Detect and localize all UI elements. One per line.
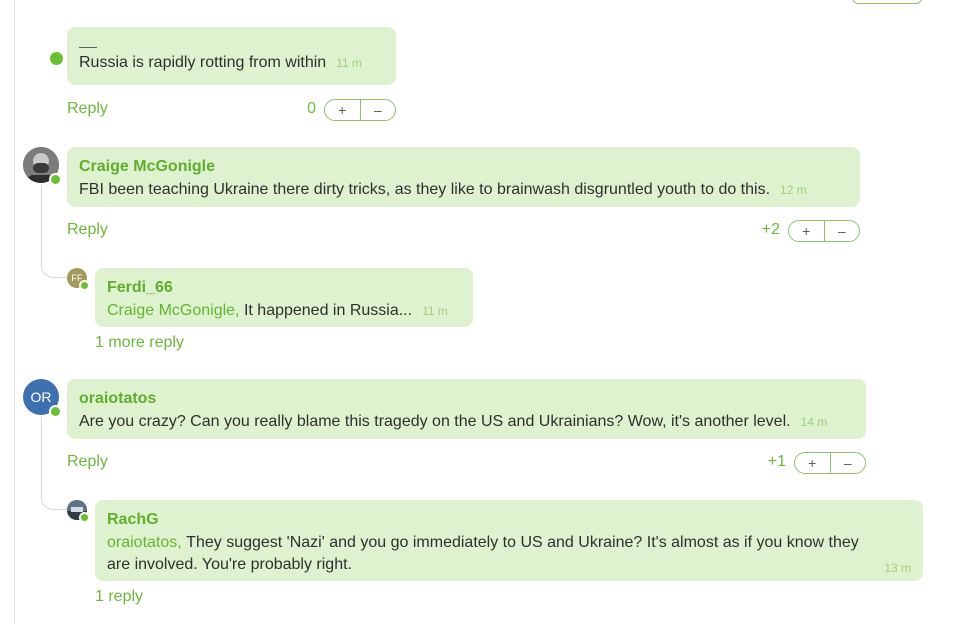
comment-bubble: oraiotatos Are you crazy? Can you really… [67,379,866,439]
comment-text: FBI been teaching Ukraine there dirty tr… [79,181,771,198]
vote-buttons: + – [788,220,860,242]
online-indicator [79,280,90,291]
vote-score: +2 [761,221,780,238]
vote-buttons: + – [794,452,866,474]
mention-link[interactable]: Craige McGonigle, [107,302,240,319]
vote-score: +1 [767,453,786,470]
comment-author[interactable]: oraiotatos [79,389,854,409]
author-placeholder [79,47,97,48]
reply-link[interactable]: Reply [67,453,108,471]
reply-bubble: RachG oraiotatos, They suggest 'Nazi' an… [95,500,923,581]
comment-author[interactable]: RachG [107,510,911,530]
vote-group-partial[interactable] [852,0,922,4]
comment-time: 14 m [800,415,828,429]
upvote-button[interactable]: + [325,100,360,120]
downvote-button[interactable]: – [359,100,396,120]
vote-buttons: + – [324,99,396,121]
downvote-button[interactable]: – [823,221,860,241]
online-indicator [50,52,63,65]
more-replies-link[interactable]: 1 reply [95,588,143,606]
upvote-button[interactable]: + [795,453,830,473]
comment-bubble: Russia is rapidly rotting from within 11 … [67,27,396,85]
online-indicator [79,512,90,523]
vote-score: 0 [307,100,316,117]
more-replies-link[interactable]: 1 more reply [95,334,184,352]
comment-text: They suggest 'Nazi' and you go immediate… [107,534,859,573]
downvote-button[interactable]: – [829,453,866,473]
comment-author[interactable]: Craige McGonigle [79,157,848,177]
comment-text: It happened in Russia... [243,302,413,319]
mention-link[interactable]: oraiotatos, [107,534,182,551]
comment-text: Russia is rapidly rotting from within [79,54,327,71]
comment-time: 11 m [422,304,448,318]
avatar-initials: OR [30,389,52,405]
reply-connector [41,185,68,278]
comment-time: 11 m [336,56,362,70]
comment-text: Are you crazy? Can you really blame this… [79,413,791,430]
upvote-button[interactable]: + [789,221,824,241]
comment-time: 12 m [780,183,807,197]
reply-connector [41,417,68,510]
reply-link[interactable]: Reply [67,100,108,118]
comment-time: 13 m [884,561,911,575]
thread-rail [14,0,15,624]
comment-bubble: Craige McGonigle FBI been teaching Ukrai… [67,147,860,207]
comment-author[interactable]: Ferdi_66 [107,278,461,298]
reply-bubble: Ferdi_66 Craige McGonigle, It happened i… [95,268,473,327]
reply-link[interactable]: Reply [67,221,108,239]
